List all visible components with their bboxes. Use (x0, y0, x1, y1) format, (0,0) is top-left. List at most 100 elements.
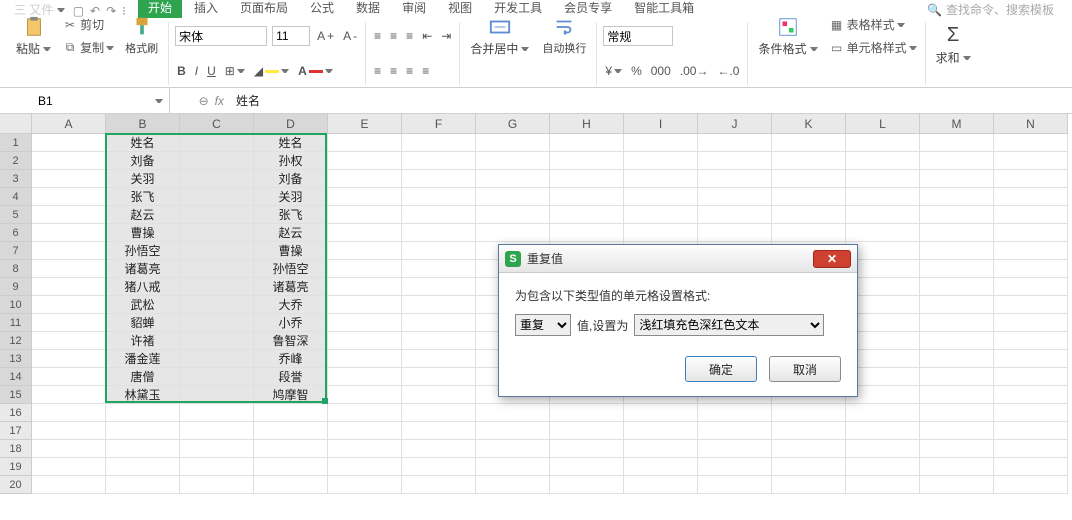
cell-B17[interactable] (106, 422, 180, 440)
col-header-N[interactable]: N (994, 114, 1068, 134)
cell-N1[interactable] (994, 134, 1068, 152)
row-header-4[interactable]: 4 (0, 188, 32, 206)
cell-C5[interactable] (180, 206, 254, 224)
row-header-1[interactable]: 1 (0, 134, 32, 152)
bold-button[interactable]: B (175, 63, 188, 79)
cell-B15[interactable]: 林黛玉 (106, 386, 180, 404)
cell-A15[interactable] (32, 386, 106, 404)
align-top-button[interactable]: ≡ (372, 28, 383, 44)
cell-J2[interactable] (698, 152, 772, 170)
row-header-20[interactable]: 20 (0, 476, 32, 494)
cell-F2[interactable] (402, 152, 476, 170)
cell-L20[interactable] (846, 476, 920, 494)
cell-L17[interactable] (846, 422, 920, 440)
cell-B8[interactable]: 诸葛亮 (106, 260, 180, 278)
cell-B19[interactable] (106, 458, 180, 476)
cell-D6[interactable]: 赵云 (254, 224, 328, 242)
cell-M3[interactable] (920, 170, 994, 188)
cell-C14[interactable] (180, 368, 254, 386)
col-header-B[interactable]: B (106, 114, 180, 134)
format-painter-button[interactable]: 格式刷 (121, 14, 162, 58)
cell-F18[interactable] (402, 440, 476, 458)
cell-E12[interactable] (328, 332, 402, 350)
cell-H5[interactable] (550, 206, 624, 224)
cell-H18[interactable] (550, 440, 624, 458)
cell-E4[interactable] (328, 188, 402, 206)
cell-A3[interactable] (32, 170, 106, 188)
cell-F5[interactable] (402, 206, 476, 224)
cell-C6[interactable] (180, 224, 254, 242)
cell-C18[interactable] (180, 440, 254, 458)
cell-A11[interactable] (32, 314, 106, 332)
indent-decrease-button[interactable]: ⇤ (420, 28, 434, 44)
cell-L19[interactable] (846, 458, 920, 476)
cell-N12[interactable] (994, 332, 1068, 350)
cell-A17[interactable] (32, 422, 106, 440)
col-header-G[interactable]: G (476, 114, 550, 134)
cell-N15[interactable] (994, 386, 1068, 404)
col-header-C[interactable]: C (180, 114, 254, 134)
cell-G6[interactable] (476, 224, 550, 242)
cell-M10[interactable] (920, 296, 994, 314)
cell-style-button[interactable]: ▭单元格样式 (827, 38, 919, 57)
cell-A6[interactable] (32, 224, 106, 242)
cell-D7[interactable]: 曹操 (254, 242, 328, 260)
cell-F19[interactable] (402, 458, 476, 476)
cell-M20[interactable] (920, 476, 994, 494)
cell-K1[interactable] (772, 134, 846, 152)
cell-B20[interactable] (106, 476, 180, 494)
cell-E16[interactable] (328, 404, 402, 422)
cell-B18[interactable] (106, 440, 180, 458)
cell-H20[interactable] (550, 476, 624, 494)
cell-D8[interactable]: 孙悟空 (254, 260, 328, 278)
cell-F15[interactable] (402, 386, 476, 404)
cell-G17[interactable] (476, 422, 550, 440)
cell-L6[interactable] (846, 224, 920, 242)
currency-button[interactable]: ¥ (603, 63, 624, 79)
cell-N6[interactable] (994, 224, 1068, 242)
cell-D1[interactable]: 姓名 (254, 134, 328, 152)
wrap-text-button[interactable]: 自动换行 (538, 14, 590, 58)
cell-E11[interactable] (328, 314, 402, 332)
cell-F20[interactable] (402, 476, 476, 494)
cell-D12[interactable]: 鲁智深 (254, 332, 328, 350)
cell-M4[interactable] (920, 188, 994, 206)
cell-C9[interactable] (180, 278, 254, 296)
cell-C3[interactable] (180, 170, 254, 188)
cell-A9[interactable] (32, 278, 106, 296)
cell-N9[interactable] (994, 278, 1068, 296)
row-header-17[interactable]: 17 (0, 422, 32, 440)
border-button[interactable]: ⊞ (223, 63, 247, 79)
cell-M17[interactable] (920, 422, 994, 440)
row-header-11[interactable]: 11 (0, 314, 32, 332)
format-style-select[interactable]: 浅红填充色深红色文本 (634, 314, 824, 336)
cell-D16[interactable] (254, 404, 328, 422)
align-justify-button[interactable]: ≡ (420, 63, 431, 79)
font-name-select[interactable] (175, 26, 267, 46)
align-middle-button[interactable]: ≡ (388, 28, 399, 44)
cell-H16[interactable] (550, 404, 624, 422)
col-header-A[interactable]: A (32, 114, 106, 134)
cell-M6[interactable] (920, 224, 994, 242)
cell-G2[interactable] (476, 152, 550, 170)
cell-E8[interactable] (328, 260, 402, 278)
cell-H2[interactable] (550, 152, 624, 170)
cell-N20[interactable] (994, 476, 1068, 494)
cell-N16[interactable] (994, 404, 1068, 422)
cell-C16[interactable] (180, 404, 254, 422)
cell-C11[interactable] (180, 314, 254, 332)
comma-button[interactable]: 000 (649, 63, 673, 79)
cell-H19[interactable] (550, 458, 624, 476)
cell-B14[interactable]: 唐僧 (106, 368, 180, 386)
cell-M1[interactable] (920, 134, 994, 152)
col-header-K[interactable]: K (772, 114, 846, 134)
formula-input[interactable]: 姓名 (230, 92, 1072, 109)
cell-M11[interactable] (920, 314, 994, 332)
cell-L2[interactable] (846, 152, 920, 170)
cell-D5[interactable]: 张飞 (254, 206, 328, 224)
cell-B9[interactable]: 猪八戒 (106, 278, 180, 296)
cell-M2[interactable] (920, 152, 994, 170)
merge-center-button[interactable]: 合并居中 (466, 14, 533, 59)
cell-D9[interactable]: 诸葛亮 (254, 278, 328, 296)
cell-H4[interactable] (550, 188, 624, 206)
